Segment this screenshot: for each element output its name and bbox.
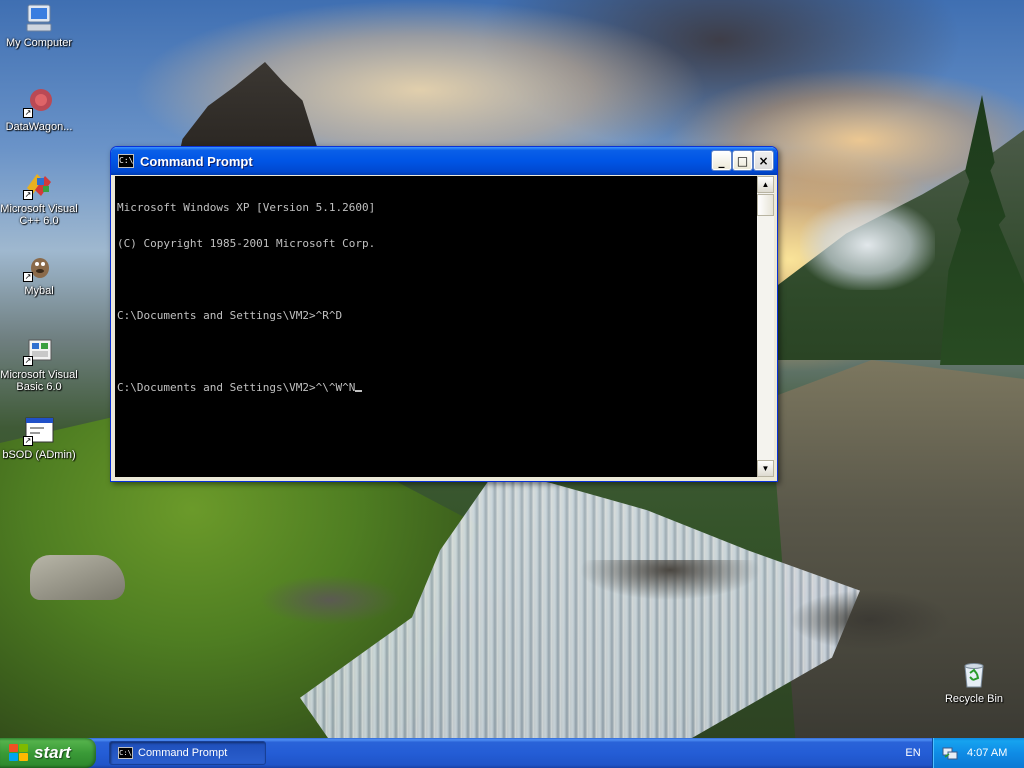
desktop-icon-datawagon[interactable]: ↗ DataWagon...	[0, 86, 78, 133]
language-indicator[interactable]: EN	[897, 738, 929, 768]
taskbar-item-command-prompt[interactable]: C:\ Command Prompt	[109, 741, 266, 765]
visual-basic-icon: ↗	[23, 334, 55, 366]
console-output[interactable]: Microsoft Windows XP [Version 5.1.2600] …	[115, 176, 757, 477]
datawagon-icon: ↗	[23, 86, 55, 118]
taskbar-item-label: Command Prompt	[138, 747, 228, 759]
desktop-icon-label: Microsoft Visual C++ 6.0	[0, 203, 78, 227]
shortcut-arrow-icon: ↗	[23, 272, 33, 282]
console-line: (C) Copyright 1985-2001 Microsoft Corp.	[117, 237, 376, 250]
close-button[interactable]: ×	[753, 150, 774, 171]
scroll-up-arrow-icon[interactable]: ▲	[757, 176, 774, 193]
window-controls: _ □ ×	[711, 150, 774, 171]
my-computer-icon	[23, 2, 55, 34]
console-line: C:\Documents and Settings\VM2>^R^D	[117, 309, 343, 322]
window-titlebar[interactable]: C:\ Command Prompt _ □ ×	[111, 147, 777, 175]
desktop-icon-label: DataWagon...	[5, 121, 73, 133]
start-button[interactable]: start	[0, 738, 96, 768]
desktop-icon-recycle-bin[interactable]: Recycle Bin	[935, 658, 1013, 705]
wallpaper-stones	[250, 560, 950, 738]
desktop-icon-label: My Computer	[5, 37, 73, 49]
text-cursor	[355, 390, 363, 392]
wallpaper-boulder	[30, 555, 125, 600]
desktop-icon-mybal[interactable]: ↗ Mybal	[0, 250, 78, 297]
console-prompt-line: C:\Documents and Settings\VM2>^\^W^N	[117, 382, 755, 394]
command-prompt-window[interactable]: C:\ Command Prompt _ □ × Microsoft Windo…	[110, 146, 778, 482]
visual-cpp-icon: ↗	[23, 168, 55, 200]
desktop-icon-visual-basic[interactable]: ↗ Microsoft Visual Basic 6.0	[0, 334, 78, 393]
wallpaper-snow	[800, 200, 935, 290]
start-label: start	[34, 743, 71, 762]
window-title: Command Prompt	[140, 153, 253, 169]
desktop-icon-visual-cpp[interactable]: ↗ Microsoft Visual C++ 6.0	[0, 168, 78, 227]
network-icon[interactable]	[942, 745, 958, 761]
recycle-bin-icon	[958, 658, 990, 690]
maximize-button[interactable]: □	[732, 150, 753, 171]
desktop-icon-my-computer[interactable]: My Computer	[0, 2, 78, 49]
desktop-icon-label: Recycle Bin	[944, 693, 1004, 705]
taskbar: start C:\ Command Prompt EN 4:07 AM	[0, 738, 1024, 768]
windows-logo-icon	[9, 744, 29, 762]
console-line: Microsoft Windows XP [Version 5.1.2600]	[117, 201, 376, 214]
desktop-icon-label: Microsoft Visual Basic 6.0	[0, 369, 78, 393]
clock[interactable]: 4:07 AM	[967, 747, 1007, 759]
minimize-button[interactable]: _	[711, 150, 732, 171]
desktop-icon-label: Mybal	[24, 285, 54, 297]
shortcut-arrow-icon: ↗	[23, 190, 33, 200]
desktop-icon-label: bSOD (ADmin)	[2, 449, 76, 461]
shortcut-arrow-icon: ↗	[23, 436, 33, 446]
desktop-icon-bsod[interactable]: ↗ bSOD (ADmin)	[0, 414, 78, 461]
shortcut-arrow-icon: ↗	[23, 356, 33, 366]
console-app-icon[interactable]: C:\	[118, 154, 134, 168]
vertical-scrollbar[interactable]: ▲ ▼	[757, 176, 774, 477]
scroll-down-arrow-icon[interactable]: ▼	[757, 460, 774, 477]
scrollbar-thumb[interactable]	[757, 194, 774, 216]
mybal-icon: ↗	[23, 250, 55, 282]
system-tray: 4:07 AM	[932, 738, 1024, 768]
bsod-shortcut-icon: ↗	[23, 414, 55, 446]
console-current-input: C:\Documents and Settings\VM2>^\^W^N	[117, 381, 356, 394]
console-app-icon: C:\	[118, 747, 133, 759]
shortcut-arrow-icon: ↗	[23, 108, 33, 118]
